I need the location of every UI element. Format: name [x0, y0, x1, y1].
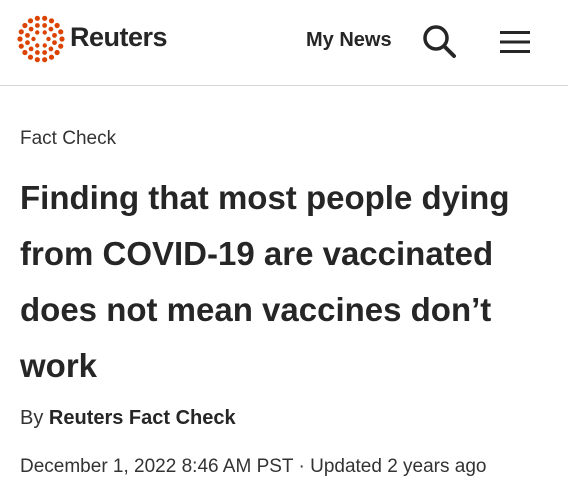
site-header: Reuters My News: [0, 0, 568, 86]
brand-name[interactable]: Reuters: [70, 22, 168, 53]
my-news-link[interactable]: My News: [306, 29, 392, 52]
byline: By Reuters Fact Check: [20, 407, 236, 430]
published-date: December 1, 2022 8:46 AM PST: [20, 456, 294, 477]
section-kicker[interactable]: Fact Check: [20, 128, 116, 150]
hamburger-menu-icon[interactable]: [498, 26, 532, 58]
reuters-logo-icon[interactable]: [16, 14, 66, 64]
author-link[interactable]: Reuters Fact Check: [49, 407, 236, 429]
search-icon[interactable]: [420, 22, 460, 62]
dateline: December 1, 2022 8:46 AM PST · Updated 2…: [20, 456, 487, 478]
updated-time: Updated 2 years ago: [310, 456, 487, 477]
byline-prefix: By: [20, 407, 44, 429]
article-headline: Finding that most people dying from COVI…: [20, 179, 510, 384]
dateline-separator: ·: [298, 456, 305, 477]
